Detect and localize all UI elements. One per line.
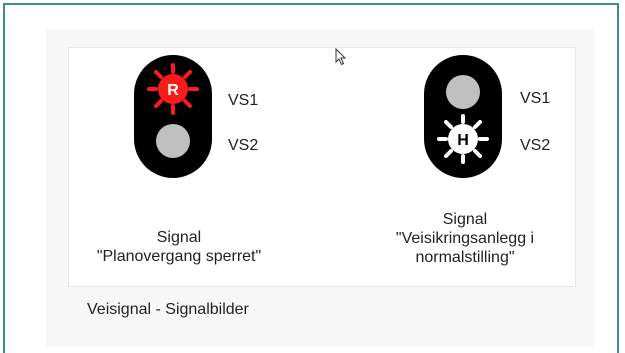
lamp-label-vs1-right: VS1 <box>520 90 551 107</box>
caption-line: Signal <box>442 211 488 228</box>
caption-line: Signal <box>156 229 202 246</box>
lit-lamp-h: H <box>437 114 489 164</box>
lit-lamp-r: R <box>147 63 199 115</box>
lamp-label-vs1-left: VS1 <box>228 92 259 109</box>
lamp-letter-r: R <box>167 82 179 99</box>
lamp-label-vs2-right: VS2 <box>520 137 551 154</box>
signal-caption-right: Signal "Veisikringsanlegg i normalstilli… <box>360 210 570 267</box>
signal-veisikringsanlegg-normalstilling: H <box>424 55 502 178</box>
unlit-lamp <box>446 75 480 109</box>
caption-line: "Veisikringsanlegg i <box>395 230 535 247</box>
unlit-lamp <box>156 124 190 158</box>
figure-caption: Veisignal - Signalbilder <box>87 301 249 318</box>
caption-line: normalstilling" <box>415 249 515 266</box>
mouse-pointer-icon <box>335 48 347 66</box>
signal-caption-left: Signal "Planovergang sperret" <box>64 228 294 266</box>
lamp-letter-h: H <box>457 132 469 149</box>
signal-planovergang-sperret: R <box>134 55 212 178</box>
lamp-label-vs2-left: VS2 <box>228 137 259 154</box>
caption-line: "Planovergang sperret" <box>96 248 262 265</box>
